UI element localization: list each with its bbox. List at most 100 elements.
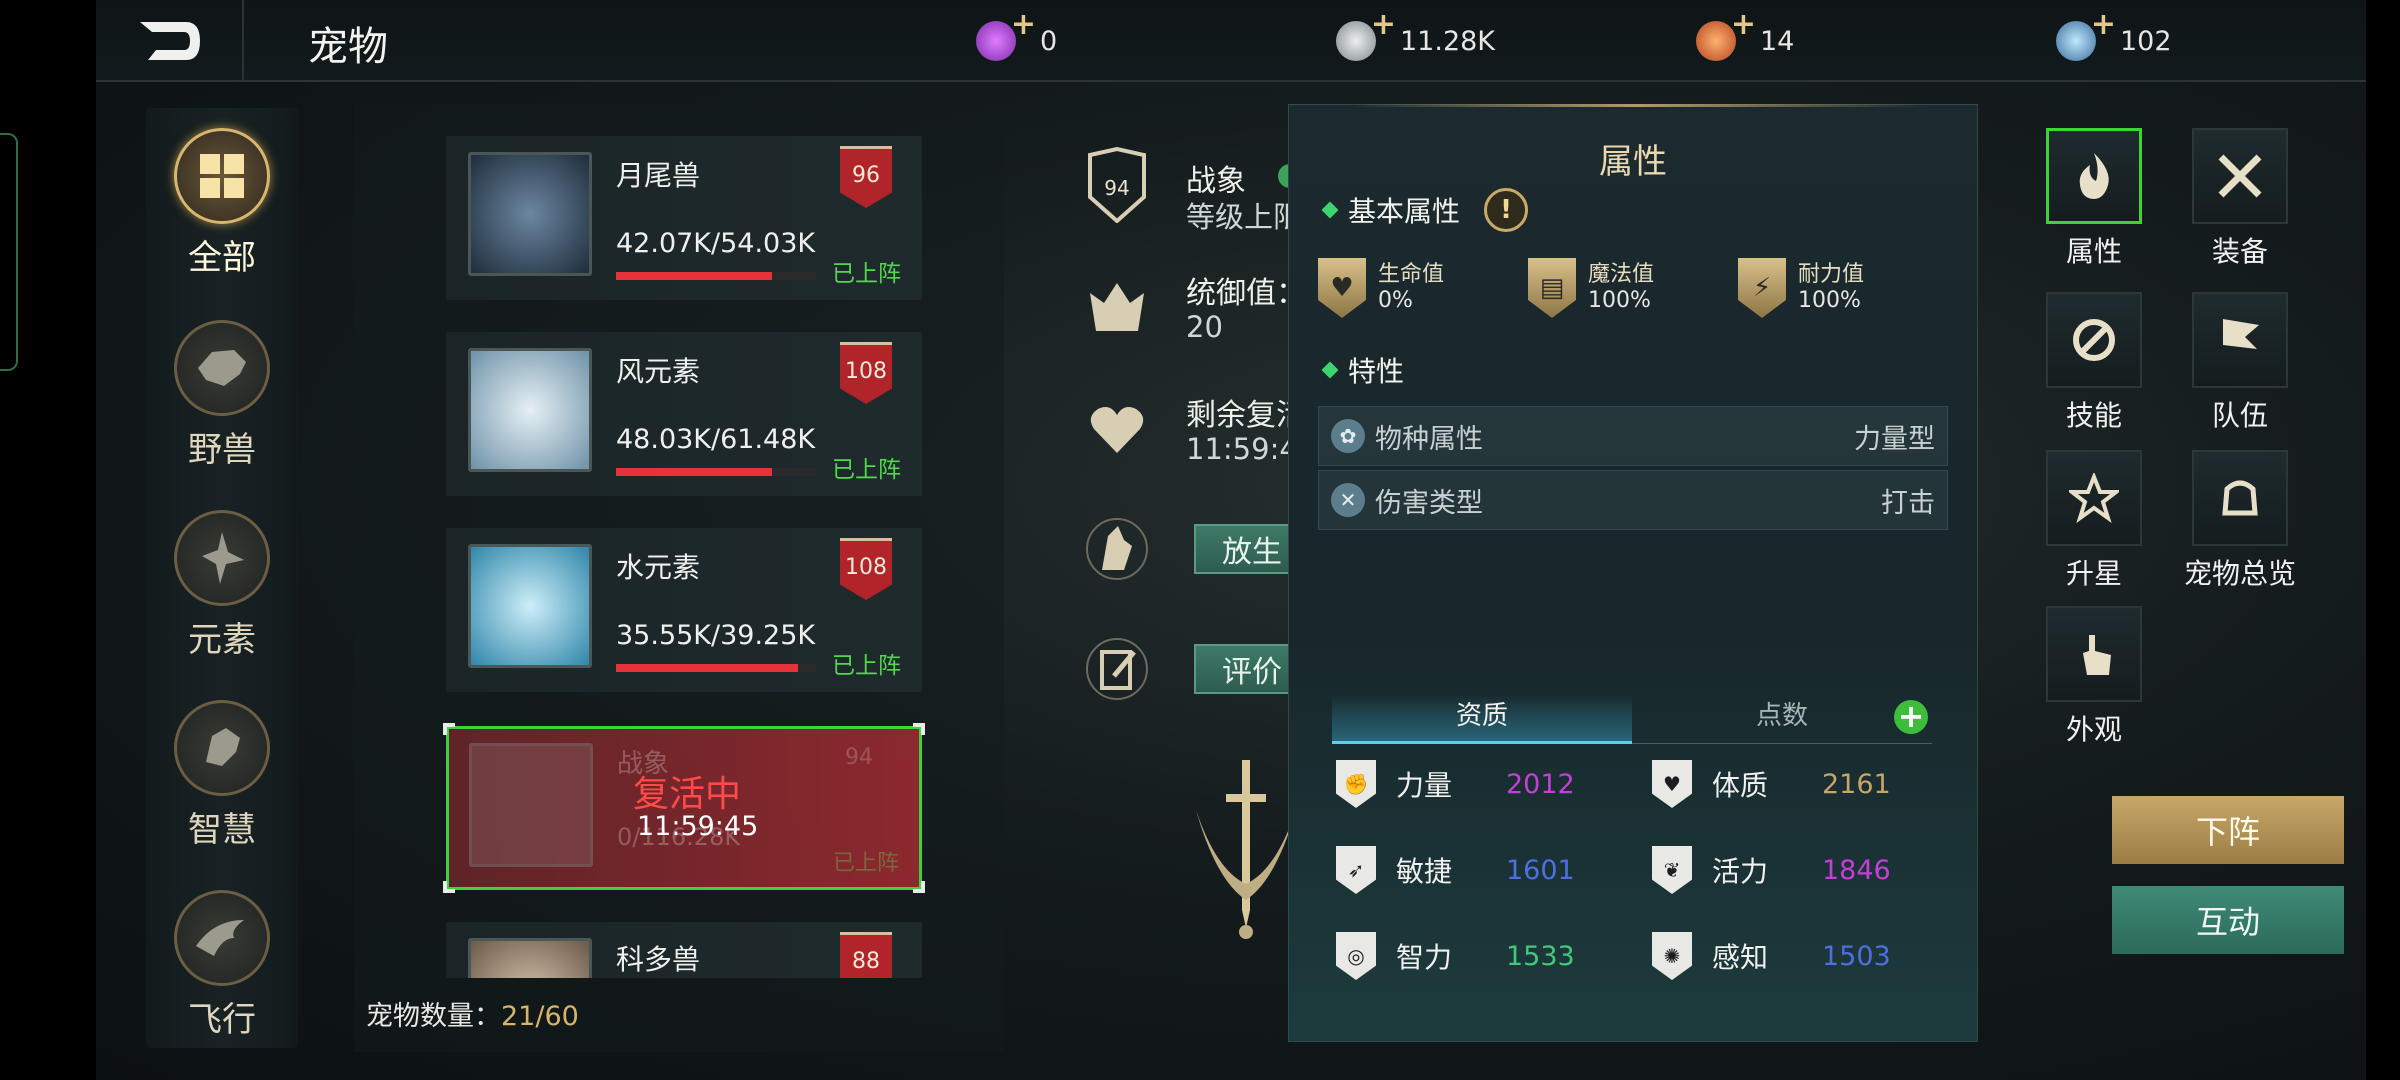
- section-bullet: [1321, 201, 1339, 219]
- selection-corner: [443, 723, 455, 735]
- pet-card[interactable]: 水元素 35.55K/39.25K 108 已上阵: [446, 528, 922, 692]
- quality-label: 智力: [1396, 941, 1453, 974]
- stat-mp: ▤ 魔法值 100%: [1528, 258, 1654, 318]
- section-bullet: [1321, 361, 1339, 379]
- tab-points[interactable]: 点数: [1632, 694, 1932, 744]
- menu-star-up[interactable]: 升星: [2034, 450, 2154, 592]
- menu-label: 装备: [2211, 235, 2268, 268]
- wolf-icon: [1084, 516, 1150, 582]
- hp-bar: [616, 272, 816, 280]
- pet-hp: 35.55K/39.25K: [616, 620, 816, 651]
- category-all[interactable]: 全部: [146, 128, 298, 279]
- menu-appearance[interactable]: 外观: [2034, 606, 2154, 748]
- stat-stamina: ⚡ 耐力值 100%: [1738, 258, 1864, 318]
- menu-label: 宠物总览: [2183, 557, 2296, 590]
- agility-icon: ➶: [1336, 846, 1376, 894]
- pet-count-value: 21/60: [501, 1001, 579, 1032]
- selection-corner: [913, 881, 925, 893]
- category-wisdom[interactable]: 智慧: [146, 700, 298, 851]
- flame-icon: [2046, 128, 2142, 224]
- selection-corner: [443, 881, 455, 893]
- revive-countdown: 11:59:45: [637, 811, 759, 842]
- reviving-pet-card[interactable]: 战象 0/116.28K 94 已上阵 复活中 11:59:45: [443, 723, 925, 893]
- book-shield-icon: ▤: [1528, 258, 1576, 318]
- add-points-button[interactable]: +: [1894, 700, 1928, 734]
- trait-value: 打击: [1881, 487, 1935, 519]
- menu-label: 属性: [2065, 235, 2122, 268]
- fire-coin-icon: +: [1696, 7, 1756, 61]
- interact-button[interactable]: 互动: [2112, 886, 2344, 954]
- category-element[interactable]: 元素: [146, 510, 298, 661]
- category-label: 元素: [188, 620, 256, 660]
- trait-row-species: ✿ 物种属性 力量型: [1318, 406, 1948, 466]
- deployed-status: 已上阵: [832, 457, 901, 483]
- quality-stat-intellect: ◎ 智力 1533: [1336, 926, 1575, 986]
- menu-pet-overview[interactable]: 宠物总览: [2180, 450, 2300, 592]
- deployed-status: 已上阵: [832, 261, 901, 287]
- quality-stat-constitution: ♥ 体质 2161: [1652, 754, 1891, 814]
- level-banner: 108: [840, 538, 892, 600]
- quality-value: 1846: [1822, 854, 1891, 886]
- category-label: 飞行: [188, 1000, 256, 1040]
- pet-name: 水元素: [616, 551, 701, 584]
- category-flying[interactable]: 飞行: [146, 890, 298, 1041]
- overview-icon: [2192, 450, 2288, 546]
- tab-quality[interactable]: 资质: [1332, 694, 1632, 744]
- vitality-icon: ❦: [1652, 846, 1692, 894]
- top-bar: [96, 0, 2366, 82]
- category-label: 野兽: [188, 430, 256, 470]
- menu-team[interactable]: 队伍: [2180, 292, 2300, 434]
- pet-hp: 42.07K/54.03K: [616, 228, 816, 259]
- perception-icon: ✺: [1652, 932, 1692, 980]
- withdraw-button[interactable]: 下阵: [2112, 796, 2344, 864]
- pet-card[interactable]: 风元素 48.03K/61.48K 108 已上阵: [446, 332, 922, 496]
- category-beast[interactable]: 野兽: [146, 320, 298, 471]
- deployed-status: 已上阵: [832, 653, 901, 679]
- currency-purple-gem[interactable]: + 0: [976, 7, 1057, 68]
- level-banner: 94: [845, 745, 873, 770]
- reviving-label: 复活中: [633, 774, 742, 815]
- pet-name: 月尾兽: [616, 159, 701, 192]
- currency-value: 11.28K: [1400, 25, 1496, 57]
- quality-stat-agility: ➶ 敏捷 1601: [1336, 840, 1575, 900]
- stat-label: 魔法值: [1588, 262, 1655, 287]
- beast-icon: [174, 320, 270, 416]
- menu-skills[interactable]: 技能: [2034, 292, 2154, 434]
- attribute-panel: [1288, 104, 1978, 1042]
- level-badge-icon: 94: [1084, 147, 1150, 223]
- quality-value: 1503: [1822, 940, 1891, 972]
- currency-fire-coin[interactable]: + 14: [1696, 7, 1794, 68]
- pet-card[interactable]: 月尾兽 42.07K/54.03K 96 已上阵: [446, 136, 922, 300]
- quality-label: 感知: [1712, 941, 1769, 974]
- currency-silver-coin[interactable]: + 11.28K: [1336, 7, 1496, 68]
- trait-value: 力量型: [1854, 423, 1935, 455]
- crossed-swords-icon: ✕: [1331, 483, 1365, 517]
- selection-corner: [913, 723, 925, 735]
- trait-row-damage: ✕ 伤害类型 打击: [1318, 470, 1948, 530]
- quality-value: 2161: [1822, 768, 1891, 800]
- edge-bracket: [0, 133, 18, 371]
- stamina-shield-icon: ⚡: [1738, 258, 1786, 318]
- stat-value: 0%: [1378, 288, 1413, 313]
- wisdom-icon: [174, 700, 270, 796]
- basic-attributes-header: 基本属性: [1321, 190, 1460, 230]
- hp-bar: [616, 664, 816, 672]
- currency-value: 102: [2120, 25, 2172, 57]
- menu-equipment[interactable]: 装备: [2180, 128, 2300, 270]
- level-banner: 108: [840, 342, 892, 404]
- pet-portrait: [468, 152, 592, 276]
- trait-label: 物种属性: [1375, 423, 1483, 455]
- flying-icon: [174, 890, 270, 986]
- menu-label: 外观: [2065, 713, 2122, 746]
- back-button[interactable]: [96, 0, 244, 82]
- grid-icon: [174, 128, 270, 224]
- menu-label: 升星: [2065, 557, 2122, 590]
- currency-crystal-orb[interactable]: + 102: [2056, 7, 2172, 68]
- info-icon[interactable]: !: [1484, 188, 1528, 232]
- page-title: 宠物: [308, 24, 388, 70]
- command-icon: [1084, 274, 1150, 340]
- stat-hp: ♥ 生命值 0%: [1318, 258, 1444, 318]
- quality-label: 力量: [1396, 769, 1453, 802]
- pet-card[interactable]: 科多兽 88: [446, 922, 922, 978]
- menu-attributes[interactable]: 属性: [2034, 128, 2154, 270]
